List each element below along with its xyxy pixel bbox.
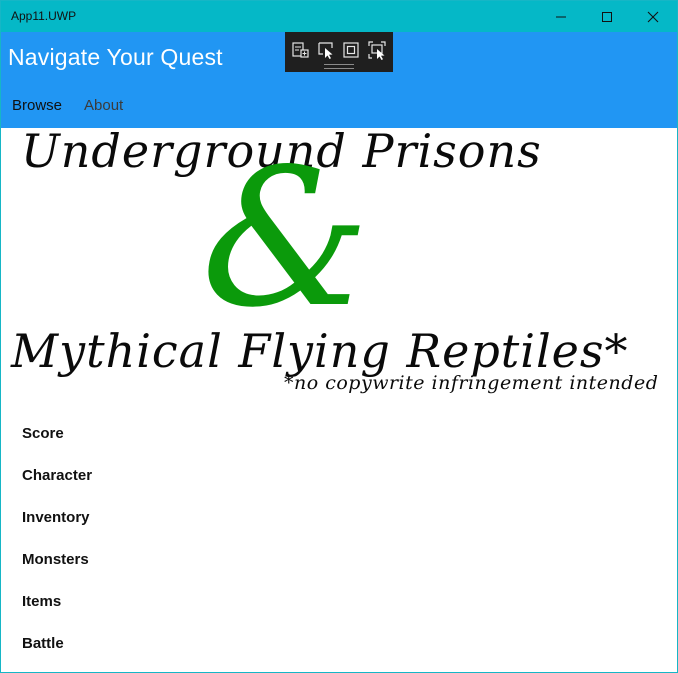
tab-about[interactable]: About: [84, 97, 123, 114]
minimize-button[interactable]: [538, 1, 584, 32]
toolbar-grip[interactable]: [324, 64, 354, 69]
main-content: Underground Prisons & Mythical Flying Re…: [1, 124, 677, 672]
banner-ampersand: &: [201, 128, 371, 349]
maximize-button[interactable]: [584, 1, 630, 32]
menu-item-score[interactable]: Score: [22, 425, 64, 442]
menu-item-inventory[interactable]: Inventory: [22, 509, 90, 526]
menu-item-monsters[interactable]: Monsters: [22, 551, 89, 568]
close-button[interactable]: [630, 1, 676, 32]
display-layout-adorners-icon[interactable]: [341, 40, 361, 60]
minimize-icon: [556, 16, 566, 17]
page-title: Navigate Your Quest: [8, 44, 223, 70]
debug-toolbar: [285, 32, 393, 72]
track-focused-element-icon[interactable]: [367, 40, 387, 60]
menu-item-battle[interactable]: Battle: [22, 635, 64, 652]
close-icon: [647, 11, 659, 22]
app-window: App11.UWP Navigate Your Quest Browse Abo…: [0, 0, 678, 673]
window-titlebar[interactable]: App11.UWP: [1, 1, 677, 32]
banner-disclaimer: *no copywrite infringement intended: [284, 372, 659, 394]
maximize-icon: [602, 11, 612, 22]
live-visual-tree-icon[interactable]: [291, 40, 311, 60]
window-title: App11.UWP: [11, 9, 77, 23]
menu-item-items[interactable]: Items: [22, 593, 61, 610]
tab-browse[interactable]: Browse: [12, 97, 62, 114]
select-element-icon[interactable]: [316, 40, 336, 60]
menu-item-character[interactable]: Character: [22, 467, 92, 484]
banner-title-line2: Mythical Flying Reptiles*: [11, 324, 629, 378]
